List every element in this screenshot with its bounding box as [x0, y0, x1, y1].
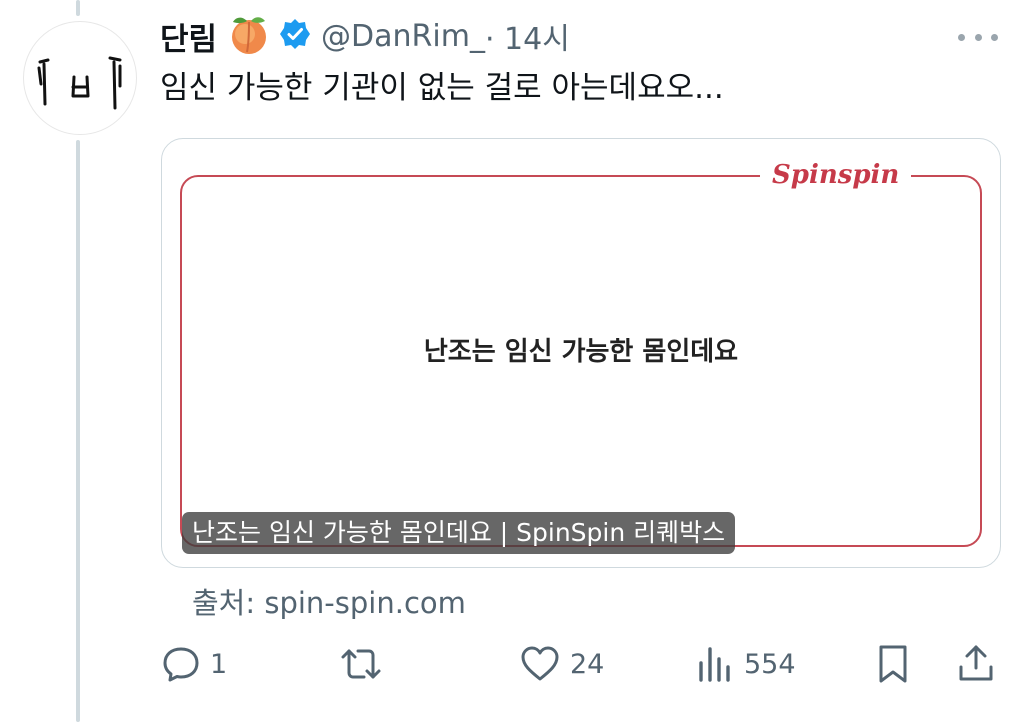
- card-source-link[interactable]: 출처: spin-spin.com: [192, 580, 466, 622]
- bookmark-icon: [874, 643, 912, 685]
- action-bar: 1 24 554: [160, 640, 1000, 688]
- author-handle[interactable]: @DanRim_: [321, 19, 485, 54]
- tweet-text: 임신 가능한 기관이 없는 걸로 아는데요오...: [160, 70, 724, 106]
- card-headline: 난조는 임신 가능한 몸인데요: [423, 337, 739, 367]
- peach-icon: [227, 12, 271, 60]
- avatar[interactable]: [23, 21, 137, 135]
- spinspin-logo: Spinspin: [760, 157, 912, 193]
- heart-icon: [518, 643, 562, 685]
- more-options-icon[interactable]: [958, 24, 998, 50]
- share-icon: [956, 643, 996, 685]
- author-name[interactable]: 단림: [160, 14, 217, 59]
- timestamp[interactable]: · 14시: [485, 14, 570, 58]
- views-count: 554: [744, 648, 796, 680]
- bookmark-button[interactable]: [874, 640, 912, 688]
- like-count: 24: [570, 648, 605, 680]
- share-button[interactable]: [956, 640, 996, 688]
- verified-badge-icon: [279, 18, 311, 54]
- tweet-header: 단림 @DanRim_ · 14시: [160, 12, 570, 60]
- views-button[interactable]: 554: [696, 640, 796, 688]
- retweet-button[interactable]: [338, 640, 392, 688]
- thread-line: [76, 140, 80, 722]
- thread-line-top: [76, 0, 80, 16]
- views-icon: [696, 643, 736, 685]
- link-card[interactable]: Spinspin 난조는 임신 가능한 몸인데요 난조는 임신 가능한 몸인데요…: [161, 138, 1001, 568]
- reply-button[interactable]: 1: [160, 640, 227, 688]
- reply-icon: [160, 643, 202, 685]
- card-caption: 난조는 임신 가능한 몸인데요 | SpinSpin 리퀘박스: [182, 512, 736, 554]
- reply-count: 1: [210, 648, 228, 680]
- avatar-drawing: [37, 56, 122, 110]
- like-button[interactable]: 24: [518, 640, 604, 688]
- retweet-icon: [338, 643, 384, 685]
